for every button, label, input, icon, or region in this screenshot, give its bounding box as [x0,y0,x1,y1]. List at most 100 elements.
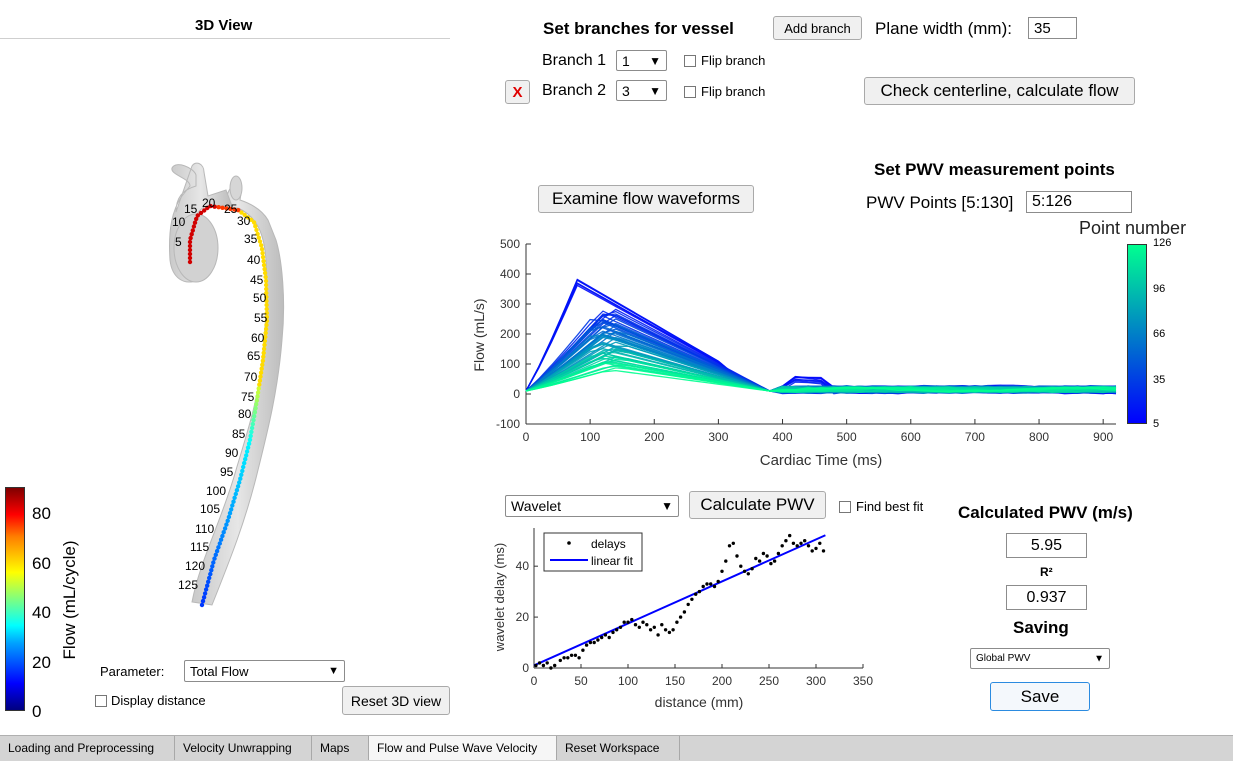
plane-width-input[interactable]: 35 [1028,17,1077,39]
centerline-point [261,354,266,359]
legend-delays-marker [567,541,571,545]
centerline-point [260,362,265,367]
delay-point [746,572,750,576]
centerline-point [187,243,193,249]
delay-point [645,623,649,627]
tab-loading-preprocessing[interactable]: Loading and Preprocessing [0,736,175,760]
delay-point [558,658,562,663]
point-number-tick: 5 [1153,418,1160,430]
centerline-label: 90 [225,446,239,460]
saving-select-value: Global PWV [976,653,1031,664]
delay-point [769,561,773,566]
tab-maps[interactable]: Maps [312,736,369,760]
centerline-point [258,374,263,379]
delay-point [697,589,702,594]
centerline-label: 20 [202,196,216,210]
branch-2-label: Branch 2 [542,82,607,99]
centerline-point [244,453,249,458]
centerline-point [234,488,240,493]
chevron-down-icon: ▼ [649,53,661,68]
centerline-point [202,591,208,596]
centerline-point [251,417,256,423]
centerline-point [253,224,258,229]
close-icon: X [512,83,523,101]
delay-point [757,559,762,563]
flip-branch-2-checkbox[interactable] [684,86,696,98]
delay-point [682,610,687,614]
tab-velocity-unwrapping[interactable]: Velocity Unwrapping [175,736,312,760]
find-best-fit-checkbox[interactable] [839,501,851,513]
centerline-label: 15 [184,202,198,216]
scatter-ytick: 40 [516,559,530,573]
pwv-points-title: Set PWV measurement points [874,160,1115,179]
check-centerline-button[interactable]: Check centerline, calculate flow [864,77,1135,105]
centerline-point [245,445,251,450]
scatter-ytick: 0 [522,661,529,675]
centerline-point [247,437,253,442]
centerline-point [248,433,253,439]
delay-point [712,584,717,589]
centerline-label: 120 [185,559,205,573]
centerline-point [252,414,257,419]
pwv-points-input[interactable]: 5:126 [1026,191,1132,213]
centerline-point [209,568,214,573]
delay-point [588,640,593,645]
branch-2-select[interactable]: 3 ▼ [616,80,667,101]
delay-point [799,541,803,545]
scatter-ylabel: wavelet delay (ms) [492,543,507,652]
reset-3d-view-button[interactable]: Reset 3D view [342,686,450,715]
flow-colorbar [5,487,25,711]
parameter-select[interactable]: Total Flow ▼ [184,660,345,682]
centerline-point [261,262,267,268]
waveform-ytick: 500 [500,237,520,251]
tab-flow-pwv[interactable]: Flow and Pulse Wave Velocity [369,736,557,760]
centerline-point [205,583,210,588]
tab-reset-workspace[interactable]: Reset Workspace [557,736,680,760]
display-distance-label: Display distance [111,693,206,708]
centerline-point [190,228,195,233]
scatter-xlabel: distance (mm) [655,694,744,710]
pwv-method-select[interactable]: Wavelet ▼ [505,495,679,517]
scatter-xtick: 0 [531,674,538,688]
centerline-point [206,579,211,584]
centerline-point [187,259,193,265]
centerline-point [257,382,262,387]
delay-point [573,653,578,657]
delay-point [742,569,747,573]
saving-select[interactable]: Global PWV ▼ [970,648,1110,669]
branch-2-select-value: 3 [622,82,630,99]
waveform-xtick: 200 [644,430,664,444]
delay-point [603,633,608,637]
save-button[interactable]: Save [990,682,1090,711]
delay-point [724,559,728,563]
centerline-label: 125 [178,578,198,592]
centerline-point [255,390,261,395]
scatter-legend: delays linear fit [543,532,643,572]
centerline-label: 70 [244,370,258,384]
centerline-label: 25 [224,202,238,216]
delay-point [716,579,720,584]
centerline-label: 110 [195,522,214,536]
add-branch-button[interactable]: Add branch [773,16,862,40]
calculate-pwv-button[interactable]: Calculate PWV [689,491,826,519]
flip-branch-1-label: Flip branch [701,53,766,68]
delay-point [686,602,690,607]
flip-branch-1-checkbox[interactable] [684,55,696,67]
display-distance-checkbox[interactable] [95,695,107,707]
centerline-point [217,541,222,546]
examine-waveforms-button[interactable]: Examine flow waveforms [538,185,754,213]
centerline-point [260,251,265,256]
delay-point [615,628,619,632]
delay-point [694,592,698,596]
branch-1-select[interactable]: 1 ▼ [616,50,667,71]
centerline-point [210,564,215,569]
aorta-surface [169,162,285,606]
delay-point [622,620,626,624]
remove-branch-2-button[interactable]: X [505,80,530,104]
centerline-label: 60 [251,331,265,345]
centerline-point [192,220,198,225]
waveform-ytick: 300 [500,297,520,311]
centerline-label: 45 [250,273,264,287]
centerline-label: 95 [220,465,234,479]
scatter-xtick: 200 [712,674,732,688]
